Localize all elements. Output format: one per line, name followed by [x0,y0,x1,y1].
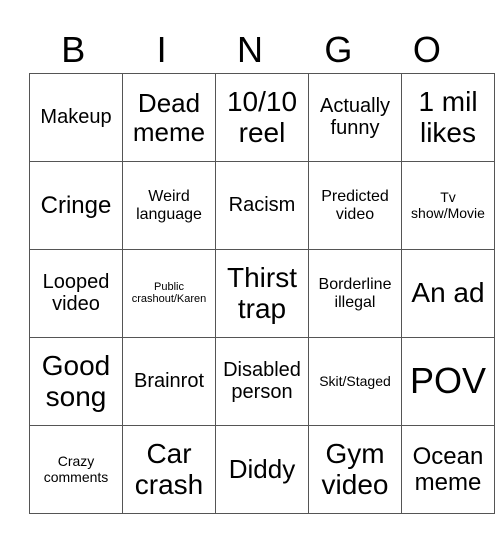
grid-row: Looped video Public crashout/Karen Thirs… [29,249,495,338]
bingo-cell[interactable]: Predicted video [308,161,402,250]
bingo-cell[interactable]: An ad [401,249,495,338]
bingo-cell[interactable]: Ocean meme [401,425,495,514]
bingo-cell[interactable]: Public crashout/Karen [122,249,216,338]
bingo-cell[interactable]: Borderline illegal [308,249,402,338]
bingo-grid: Makeup Dead meme 10/10 reel Actually fun… [29,73,495,514]
header-letter-n: N [237,29,264,70]
bingo-cell[interactable]: Thirst trap [215,249,309,338]
header-letter-o: O [412,29,441,70]
bingo-cell[interactable]: Disabled person [215,337,309,426]
bingo-cell[interactable]: 10/10 reel [215,73,309,162]
bingo-cell[interactable]: Racism [215,161,309,250]
bingo-cell[interactable]: Brainrot [122,337,216,426]
bingo-cell[interactable]: Skit/Staged [308,337,402,426]
bingo-header: B I N G O [29,28,471,72]
bingo-cell[interactable]: Makeup [29,73,123,162]
bingo-cell[interactable]: POV [401,337,495,426]
header-letter-i: I [156,29,167,70]
bingo-cell[interactable]: Good song [29,337,123,426]
grid-row: Crazy comments Car crash Diddy Gym video… [29,425,495,514]
header-letter-g: G [324,29,353,70]
bingo-cell[interactable]: Cringe [29,161,123,250]
bingo-cell[interactable]: Gym video [308,425,402,514]
bingo-cell[interactable]: Looped video [29,249,123,338]
bingo-cell[interactable]: 1 mil likes [401,73,495,162]
header-letter-b: B [61,29,86,70]
bingo-cell[interactable]: Diddy [215,425,309,514]
grid-row: Good song Brainrot Disabled person Skit/… [29,337,495,426]
bingo-cell[interactable]: Tv show/Movie [401,161,495,250]
bingo-cell[interactable]: Actually funny [308,73,402,162]
bingo-cell[interactable]: Car crash [122,425,216,514]
bingo-cell[interactable]: Weird language [122,161,216,250]
grid-row: Makeup Dead meme 10/10 reel Actually fun… [29,73,495,162]
grid-row: Cringe Weird language Racism Predicted v… [29,161,495,250]
bingo-cell[interactable]: Dead meme [122,73,216,162]
bingo-cell[interactable]: Crazy comments [29,425,123,514]
